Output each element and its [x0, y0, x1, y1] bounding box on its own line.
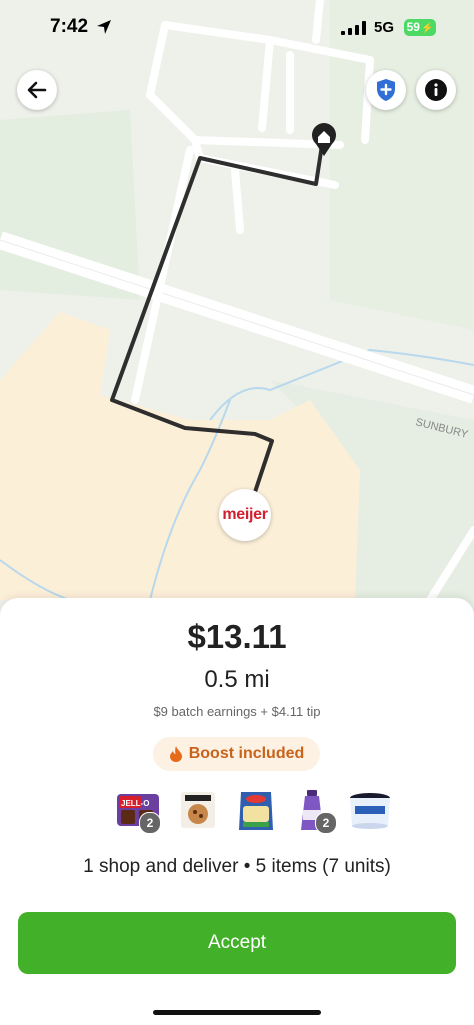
accept-button[interactable]: Accept [18, 912, 456, 974]
offer-distance: 0.5 mi [204, 666, 270, 693]
coffee-creamer-item[interactable]: 2 [291, 788, 337, 834]
svg-text:JELL-O: JELL-O [121, 799, 149, 808]
item-thumbnails: JELL-O 2 2 [0, 788, 474, 838]
cellular-signal-icon [341, 21, 366, 35]
ice-cream-item[interactable] [347, 788, 393, 834]
charging-icon: ⚡ [420, 23, 434, 34]
kraft-cheese-item[interactable] [233, 788, 279, 834]
boost-label: Boost included [188, 745, 305, 762]
clock-time: 7:42 [50, 16, 89, 37]
earnings-breakdown: $9 batch earnings + $4.11 tip [153, 704, 321, 719]
info-button[interactable] [416, 70, 456, 110]
quest-cookie-item[interactable] [175, 788, 221, 834]
store-logo: meijer [222, 506, 268, 523]
ice-cream-icon [350, 793, 390, 829]
back-arrow-icon [27, 81, 47, 99]
info-icon [425, 79, 447, 101]
store-pin[interactable]: meijer [219, 489, 271, 541]
home-icon [312, 123, 336, 156]
back-button[interactable] [17, 70, 57, 110]
shield-plus-icon [377, 79, 395, 101]
item-count-badge: 2 [315, 812, 337, 834]
battery-indicator: 59⚡ [404, 19, 436, 36]
jello-pudding-item[interactable]: JELL-O 2 [115, 788, 161, 834]
kraft-cheese-icon [239, 792, 273, 830]
offer-summary: 1 shop and deliver • 5 items (7 units) [83, 856, 391, 877]
network-type: 5G [374, 19, 395, 36]
item-count-badge: 2 [139, 812, 161, 834]
offer-sheet: $13.11 0.5 mi $9 batch earnings + $4.11 … [0, 598, 474, 1025]
status-bar: 7:42 5G 59⚡ [0, 0, 474, 56]
boost-badge: Boost included [153, 737, 320, 771]
location-arrow-icon [97, 20, 111, 34]
flame-icon [169, 746, 182, 762]
safety-button[interactable] [366, 70, 406, 110]
battery-percent: 59 [406, 20, 420, 34]
quest-cookie-icon [181, 792, 215, 828]
offer-price: $13.11 [187, 618, 287, 655]
home-indicator [153, 1010, 321, 1015]
